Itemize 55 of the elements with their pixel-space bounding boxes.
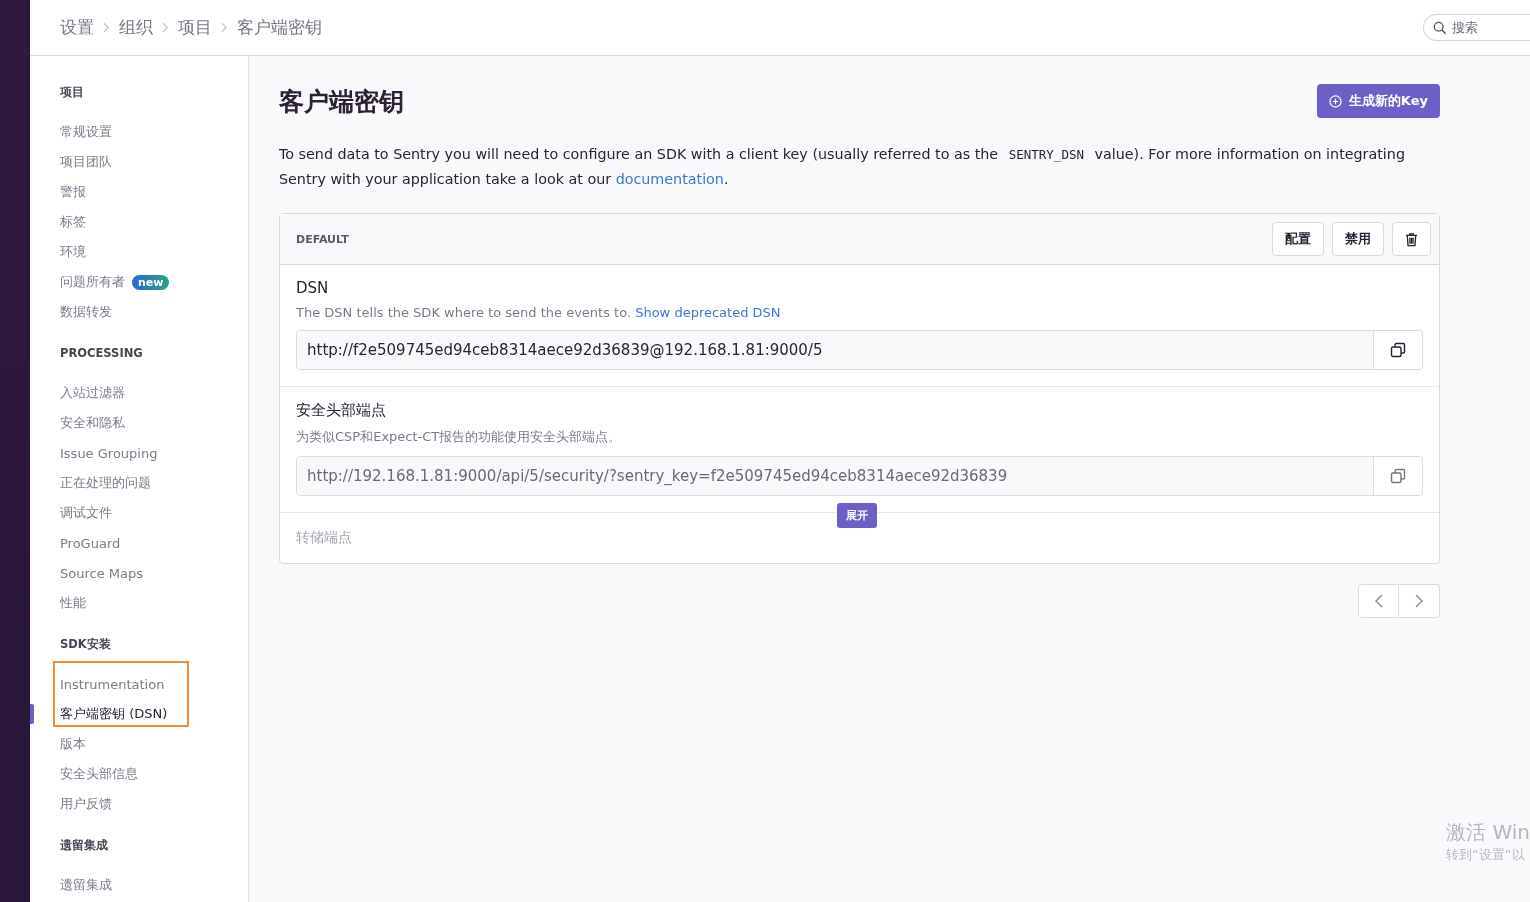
sidebar-item[interactable]: 安全头部信息 [60, 765, 138, 783]
chevron-right-icon [103, 22, 110, 33]
key-name: DEFAULT [296, 232, 349, 246]
sidebar-item[interactable]: 项目团队 [60, 153, 112, 171]
activation-notice-title: 激活 Win [1446, 819, 1530, 846]
sidebar-item[interactable]: 性能 [60, 594, 86, 612]
sidebar-item[interactable]: Source Maps [60, 565, 143, 581]
documentation-link[interactable]: documentation [615, 171, 724, 187]
sidebar-item[interactable]: 警报 [60, 183, 86, 201]
breadcrumb-link[interactable]: 设置 [60, 16, 94, 39]
section-heading: 遗留集成 [60, 837, 109, 854]
sidebar-item[interactable]: 入站过滤器 [60, 384, 125, 402]
section-heading: PROCESSING [60, 345, 144, 362]
intro-paragraph: To send data to Sentry you will need to configure an SDK with a client key (usually referred to as the SENTRY_DSN value). For more information on integrating Sentry with your application take a look at our documentation. [279, 145, 1406, 189]
field-help-text: 为类似CSP和Expect-CT报告的功能使用安全头部端点。 [296, 428, 623, 446]
sidebar-item[interactable]: Issue Grouping [60, 445, 158, 461]
breadcrumb-link[interactable]: 项目 [178, 16, 212, 39]
sidebar-item[interactable]: 用户反馈 [60, 795, 112, 813]
page-title: 客户端密钥 [279, 85, 404, 118]
section-heading: 项目 [60, 84, 85, 101]
sidebar-item[interactable]: 数据转发 [60, 303, 112, 321]
plus-circle-icon [1328, 94, 1342, 108]
show-deprecated-dsn-link[interactable]: Show deprecated DSN [635, 305, 781, 320]
trash-icon [1404, 231, 1419, 247]
sidebar-item[interactable]: 正在处理的问题 [60, 474, 151, 492]
sidebar-item[interactable]: 遗留集成 [60, 876, 112, 894]
field-label: DSN [296, 279, 330, 297]
chevron-right-icon [162, 22, 169, 33]
collapsed-field-label: 转储端点 [296, 529, 352, 547]
field-help-text: The DSN tells the SDK where to send the events to. Show deprecated DSN [296, 305, 782, 320]
chevron-right-icon [1415, 594, 1423, 608]
sidebar-item[interactable]: 调试文件 [60, 504, 112, 522]
new-badge: new [132, 274, 170, 290]
field-label: 安全头部端点 [296, 401, 387, 420]
activation-notice-text: 转到“设置”以 [1446, 846, 1526, 864]
sidebar-item[interactable]: Instrumentation [60, 676, 165, 692]
sidebar-item[interactable]: ProGuard [60, 535, 121, 551]
delete-button[interactable] [1392, 222, 1431, 256]
breadcrumb-link[interactable]: 客户端密钥 [237, 16, 322, 39]
section-heading: SDK安装 [60, 636, 112, 653]
generate-key-button[interactable]: 生成新的Key [1316, 84, 1440, 118]
sidebar-item[interactable]: 环境 [60, 243, 86, 261]
expand-button[interactable]: 展开 [837, 503, 877, 528]
chevron-left-icon [1374, 594, 1383, 608]
sidebar-item[interactable]: 客户端密钥 (DSN) [60, 705, 168, 723]
sidebar-item[interactable]: 标签 [60, 213, 86, 231]
sidebar-item[interactable]: 版本 [60, 735, 86, 753]
chevron-right-icon [221, 22, 228, 33]
key-action-button[interactable]: 配置 [1272, 222, 1324, 256]
breadcrumb-link[interactable]: 组织 [119, 16, 153, 39]
sidebar-item[interactable]: 常规设置 [60, 123, 112, 141]
sidebar-item[interactable]: 安全和隐私 [60, 414, 125, 432]
key-action-button[interactable]: 禁用 [1332, 222, 1384, 256]
search-field[interactable]: 搜索 [1423, 14, 1530, 41]
sidebar-item[interactable]: 问题所有者 [60, 273, 125, 291]
